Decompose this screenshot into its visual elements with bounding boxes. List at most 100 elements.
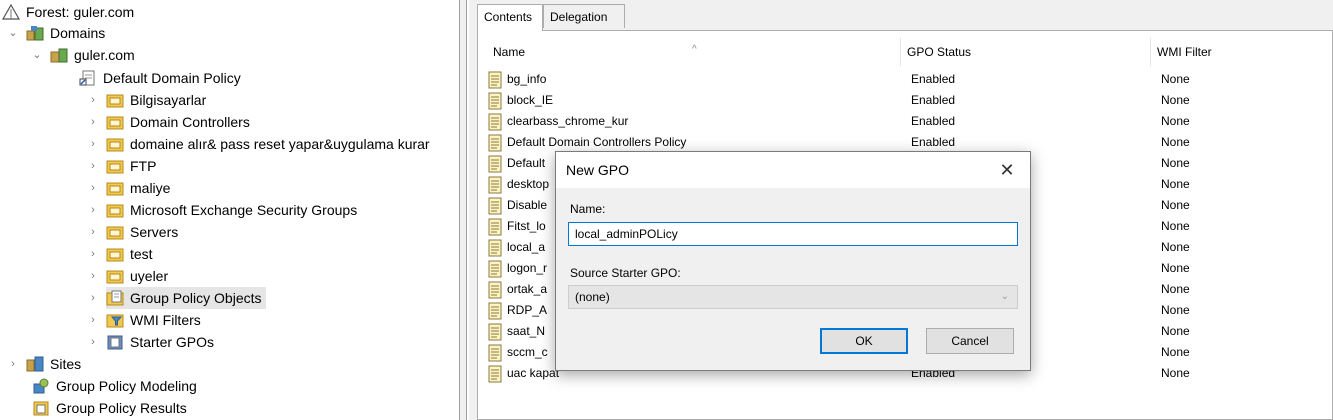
- tree-node-ou[interactable]: › uyeler: [86, 265, 168, 287]
- gpo-icon: [487, 71, 503, 89]
- tree-node-ou[interactable]: › domaine alır& pass reset yapar&uygulam…: [86, 133, 430, 155]
- wmi-filter-cell: None: [1161, 345, 1190, 359]
- gpo-icon: [487, 176, 503, 194]
- chevron-right-icon[interactable]: ›: [86, 133, 100, 155]
- close-icon[interactable]: ✕: [994, 157, 1020, 183]
- gpo-name: bg_info: [507, 72, 547, 86]
- tree-node-forest[interactable]: Forest: guler.com: [2, 1, 134, 23]
- tree-label: domaine alır& pass reset yapar&uygulama …: [130, 136, 430, 152]
- gpo-name: uac kapat: [507, 366, 560, 380]
- tree-selection[interactable]: Group Policy Objects: [106, 287, 266, 309]
- chevron-down-icon[interactable]: ⌄: [6, 22, 20, 44]
- ou-folder-icon: [106, 114, 124, 130]
- wmi-filter-cell: None: [1161, 261, 1190, 275]
- tab-delegation[interactable]: Delegation: [543, 4, 625, 28]
- select-value: (none): [575, 290, 610, 304]
- source-starter-gpo-label: Source Starter GPO:: [570, 266, 681, 280]
- list-item[interactable]: bg_info Enabled None: [487, 69, 1327, 90]
- starter-gpo-icon: [106, 334, 124, 350]
- column-header-gpo-status[interactable]: GPO Status: [901, 38, 1151, 66]
- tree-node-ou[interactable]: › maliye: [86, 177, 170, 199]
- tree-label: Group Policy Results: [56, 400, 187, 416]
- gpo-icon: [487, 302, 503, 320]
- gpo-icon: [487, 323, 503, 341]
- tree-node-ou[interactable]: › Bilgisayarlar: [86, 89, 206, 111]
- tree-label: WMI Filters: [130, 312, 201, 328]
- tree-node-results[interactable]: Group Policy Results: [32, 397, 187, 419]
- list-item[interactable]: Default Domain Controllers Policy Enabled…: [487, 132, 1327, 153]
- chevron-right-icon[interactable]: ›: [86, 287, 100, 309]
- gpo-name-cell: Default Domain Controllers Policy: [487, 132, 686, 153]
- tree-node-wmi-filters[interactable]: › WMI Filters: [86, 309, 201, 331]
- tree-node-ou[interactable]: › Servers: [86, 221, 178, 243]
- list-item[interactable]: clearbass_chrome_kur Enabled None: [487, 111, 1327, 132]
- results-icon: [32, 400, 50, 416]
- tree-node-domains[interactable]: ⌄ Domains: [6, 22, 105, 44]
- chevron-right-icon[interactable]: ›: [86, 265, 100, 287]
- gpo-name-cell: uac kapat: [487, 363, 559, 384]
- tree-node-domain[interactable]: ⌄ guler.com: [30, 44, 135, 66]
- tree-node-group-policy-objects[interactable]: › Group Policy Objects: [86, 287, 266, 309]
- wmi-filter-cell: None: [1161, 219, 1190, 233]
- tree-label: test: [130, 246, 153, 262]
- gpo-name-cell: Default: [487, 153, 545, 174]
- gpo-icon: [487, 239, 503, 257]
- tree-node-sites[interactable]: › Sites: [6, 353, 81, 375]
- chevron-right-icon[interactable]: ›: [86, 199, 100, 221]
- gpo-name-cell: clearbass_chrome_kur: [487, 111, 628, 132]
- chevron-right-icon[interactable]: ›: [6, 353, 20, 375]
- tree-node-ou[interactable]: › Domain Controllers: [86, 111, 250, 133]
- chevron-right-icon[interactable]: ›: [86, 89, 100, 111]
- modeling-icon: [32, 378, 50, 394]
- wmi-filter-cell: None: [1161, 303, 1190, 317]
- dialog-titlebar[interactable]: New GPO ✕: [556, 152, 1030, 188]
- gpo-name-cell: Disable: [487, 195, 547, 216]
- ou-folder-icon: [106, 246, 124, 262]
- sites-icon: [26, 356, 44, 372]
- chevron-right-icon[interactable]: ›: [86, 177, 100, 199]
- tree-label: guler.com: [74, 47, 135, 63]
- console-tree: Forest: guler.com ⌄ Domains ⌄ guler.com …: [0, 0, 458, 420]
- cancel-button[interactable]: Cancel: [926, 328, 1014, 354]
- tree-node-starter-gpos[interactable]: › Starter GPOs: [86, 331, 214, 353]
- column-header-wmi-filter[interactable]: WMI Filter: [1151, 38, 1333, 66]
- tree-node-modeling[interactable]: Group Policy Modeling: [32, 375, 197, 397]
- name-label: Name:: [570, 202, 606, 216]
- gpo-icon: [487, 113, 503, 131]
- gpo-name: Disable: [507, 198, 548, 212]
- gpo-icon: [487, 281, 503, 299]
- ou-folder-icon: [106, 136, 124, 152]
- column-header-name[interactable]: Name ^: [487, 38, 901, 66]
- chevron-right-icon[interactable]: ›: [86, 221, 100, 243]
- gpo-name-input[interactable]: [568, 222, 1018, 246]
- tree-label: Group Policy Objects: [130, 290, 262, 306]
- ok-button[interactable]: OK: [820, 328, 908, 354]
- source-starter-gpo-select[interactable]: (none) ⌄: [568, 285, 1018, 309]
- chevron-right-icon[interactable]: ›: [86, 111, 100, 133]
- wmi-filter-cell: None: [1161, 177, 1190, 191]
- tree-label: Servers: [130, 224, 179, 240]
- chevron-down-icon[interactable]: ⌄: [30, 44, 44, 66]
- tree-label: Bilgisayarlar: [130, 92, 207, 108]
- chevron-right-icon[interactable]: ›: [86, 243, 100, 265]
- tab-contents[interactable]: Contents: [477, 4, 543, 31]
- gpo-name-cell: block_IE: [487, 90, 553, 111]
- gpo-name: desktop: [507, 177, 550, 191]
- gpo-name-cell: bg_info: [487, 69, 546, 90]
- tree-node-default-domain-policy[interactable]: Default Domain Policy: [79, 67, 241, 89]
- gpo-icon: [487, 197, 503, 215]
- tree-node-ou[interactable]: › FTP: [86, 155, 156, 177]
- wmi-filter-cell: None: [1161, 93, 1190, 107]
- chevron-right-icon[interactable]: ›: [86, 309, 100, 331]
- list-item[interactable]: block_IE Enabled None: [487, 90, 1327, 111]
- gpo-name: logon_r: [507, 261, 548, 275]
- chevron-right-icon[interactable]: ›: [86, 155, 100, 177]
- tree-node-ou[interactable]: › test: [86, 243, 153, 265]
- tree-node-ou[interactable]: › Microsoft Exchange Security Groups: [86, 199, 357, 221]
- wmi-filter-cell: None: [1161, 366, 1190, 380]
- pane-splitter[interactable]: [459, 0, 467, 420]
- gpo-name: ortak_a: [507, 282, 548, 296]
- wmi-filter-cell: None: [1161, 198, 1190, 212]
- chevron-right-icon[interactable]: ›: [86, 331, 100, 353]
- ou-folder-icon: [106, 158, 124, 174]
